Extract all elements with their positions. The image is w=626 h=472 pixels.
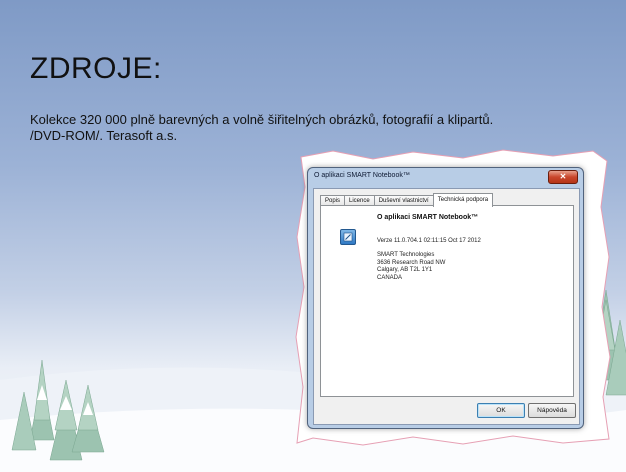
body-line-2: /DVD-ROM/. Terasoft a.s.: [30, 128, 178, 143]
slide-body: Kolekce 320 000 plně barevných a volně š…: [30, 112, 590, 144]
help-button[interactable]: Nápověda: [528, 403, 576, 418]
tab-technicka-podpora[interactable]: Technická podpora: [432, 193, 494, 207]
smart-notebook-icon: [340, 229, 356, 245]
tab-panel: O aplikaci SMART Notebook™ Verze 11.0.70…: [320, 205, 574, 397]
company-address: SMART Technologies 3636 Research Road NW…: [377, 252, 445, 282]
version-text: Verze 11.0.704.1 02:11:15 Oct 17 2012: [377, 238, 481, 244]
close-icon: ✕: [559, 172, 567, 181]
ok-button[interactable]: OK: [477, 403, 525, 418]
dialog-client: Popis Licence Duševní vlastnictví Techni…: [313, 188, 580, 425]
address-line: SMART Technologies: [377, 252, 435, 258]
address-line: Calgary, AB T2L 1Y1: [377, 267, 433, 273]
dialog-title: O aplikaci SMART Notebook™: [314, 172, 410, 179]
about-heading: O aplikaci SMART Notebook™: [377, 214, 479, 221]
close-button[interactable]: ✕: [548, 170, 578, 184]
body-line-1: Kolekce 320 000 plně barevných a volně š…: [30, 112, 494, 127]
slide-title: ZDROJE:: [30, 52, 162, 85]
about-dialog-window: O aplikaci SMART Notebook™ ✕ Popis Licen…: [307, 167, 584, 429]
address-line: 3636 Research Road NW: [377, 259, 446, 266]
slide: ZDROJE: Kolekce 320 000 plně barevných a…: [0, 0, 626, 472]
dialog-titlebar[interactable]: O aplikaci SMART Notebook™ ✕: [308, 168, 583, 186]
address-line: CANADA: [377, 274, 403, 281]
